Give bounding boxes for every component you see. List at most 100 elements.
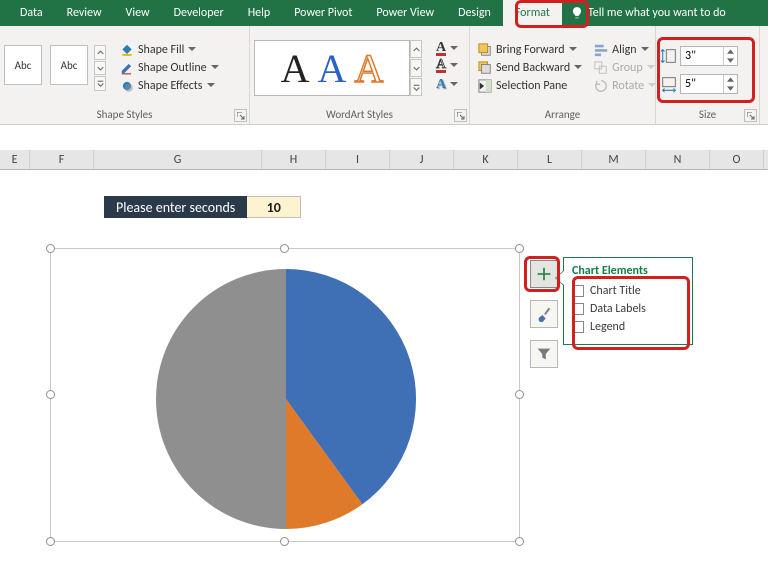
tab-help[interactable]: Help [236,0,283,26]
effects-icon [120,79,134,93]
tell-me-search[interactable]: Tell me what you want to do [562,0,726,26]
col-header[interactable]: H [262,150,326,169]
checkbox[interactable] [572,321,584,333]
wordart-gallery-down[interactable] [410,59,422,77]
group-wordart-styles: A A A A A A WordArt Styles [250,26,470,124]
width-down[interactable] [724,84,737,93]
resize-handle[interactable] [515,244,524,253]
chart-elements-button[interactable] [530,260,558,288]
chart-filters-button[interactable] [530,340,558,368]
bring-forward-button[interactable]: Bring Forward [474,42,586,58]
ribbon-tabs: Data Review View Developer Help Power Pi… [0,0,768,26]
bring-forward-icon [478,43,492,57]
resize-handle[interactable] [515,537,524,546]
column-headers: E F G H I J K L M N O [0,150,768,170]
width-icon [660,75,678,93]
col-header[interactable]: N [646,150,710,169]
align-icon [594,43,608,57]
col-header[interactable]: J [390,150,454,169]
col-header[interactable]: G [94,150,262,169]
col-header[interactable]: F [30,150,94,169]
pen-icon [120,61,134,75]
text-fill-button[interactable]: A [432,42,462,57]
wordart-gallery[interactable]: A A A [254,40,410,96]
group-icon [594,61,608,75]
group-button: Group [590,60,660,76]
rotate-button: Rotate [590,78,660,94]
shape-style-preset-1[interactable]: Abc [4,45,42,85]
col-header[interactable]: M [582,150,646,169]
checkbox[interactable] [572,285,584,297]
chart-object[interactable] [50,248,520,542]
resize-handle[interactable] [280,537,289,546]
resize-handle[interactable] [46,537,55,546]
selection-pane-button[interactable]: Selection Pane [474,78,586,94]
seconds-row: Please enter seconds 10 [104,196,301,218]
col-header[interactable]: E [0,150,30,169]
col-header[interactable]: O [710,150,764,169]
tab-design[interactable]: Design [446,0,503,26]
tab-data[interactable]: Data [8,0,55,26]
height-input[interactable]: 3" [680,46,738,66]
shape-fill-button[interactable]: Shape Fill [116,42,223,58]
shape-style-preset-2[interactable]: Abc [50,45,88,85]
text-effects-button[interactable]: A [432,76,462,94]
wordart-dialog-launcher[interactable] [454,109,467,122]
shape-outline-button[interactable]: Shape Outline [116,60,223,76]
chart-side-buttons [530,260,558,368]
send-backward-button[interactable]: Send Backward [474,60,586,76]
size-dialog-launcher[interactable] [744,109,757,122]
tab-format[interactable]: Format [503,0,562,26]
flyout-item-legend[interactable]: Legend [572,318,684,336]
tab-powerpivot[interactable]: Power Pivot [282,0,364,26]
worksheet[interactable]: E F G H I J K L M N O Please enter secon… [0,150,768,586]
send-backward-icon [478,61,492,75]
shape-effects-button[interactable]: Shape Effects [116,78,223,94]
resize-handle[interactable] [515,390,524,399]
text-outline-button[interactable]: A [432,59,462,74]
style-gallery-down[interactable] [94,61,106,76]
seconds-value-cell[interactable]: 10 [247,196,301,218]
bucket-icon [120,43,134,57]
tab-powerview[interactable]: Power View [364,0,446,26]
width-up[interactable] [724,75,737,84]
funnel-icon [535,345,553,363]
style-gallery-up[interactable] [94,45,106,60]
group-label-shape: Shape Styles [4,106,245,124]
tab-view[interactable]: View [114,0,162,26]
resize-handle[interactable] [46,244,55,253]
seconds-label: Please enter seconds [104,196,247,218]
group-label-size: Size [660,106,755,124]
tell-me-label: Tell me what you want to do [588,6,726,20]
tab-developer[interactable]: Developer [162,0,236,26]
height-down[interactable] [724,56,737,65]
chart-elements-flyout: Chart Elements Chart Title Data Labels L… [563,257,693,345]
group-size: 3" 5" Size [656,26,760,124]
tab-review[interactable]: Review [55,0,114,26]
col-header[interactable]: K [454,150,518,169]
selection-pane-icon [478,79,492,93]
wordart-gallery-up[interactable] [410,40,422,58]
lightbulb-icon [570,6,584,20]
height-icon [660,47,678,65]
pie-chart [51,249,521,543]
width-input[interactable]: 5" [680,74,738,94]
resize-handle[interactable] [46,390,55,399]
flyout-item-chart-title[interactable]: Chart Title [572,282,684,300]
flyout-item-data-labels[interactable]: Data Labels [572,300,684,318]
align-button[interactable]: Align [590,42,660,58]
shape-styles-dialog-launcher[interactable] [234,109,247,122]
height-up[interactable] [724,47,737,56]
resize-handle[interactable] [280,244,289,253]
group-label-arrange: Arrange [474,106,651,124]
chart-styles-button[interactable] [530,300,558,328]
style-gallery-more[interactable] [94,76,106,91]
col-header[interactable]: I [326,150,390,169]
group-shape-styles: Abc Abc Shape Fill Shape Outline [0,26,250,124]
ribbon: Abc Abc Shape Fill Shape Outline [0,26,768,125]
group-arrange: Bring Forward Send Backward Selection Pa… [470,26,656,124]
col-header[interactable]: L [518,150,582,169]
wordart-gallery-more[interactable] [410,78,422,96]
checkbox[interactable] [572,303,584,315]
brush-icon [535,305,553,323]
